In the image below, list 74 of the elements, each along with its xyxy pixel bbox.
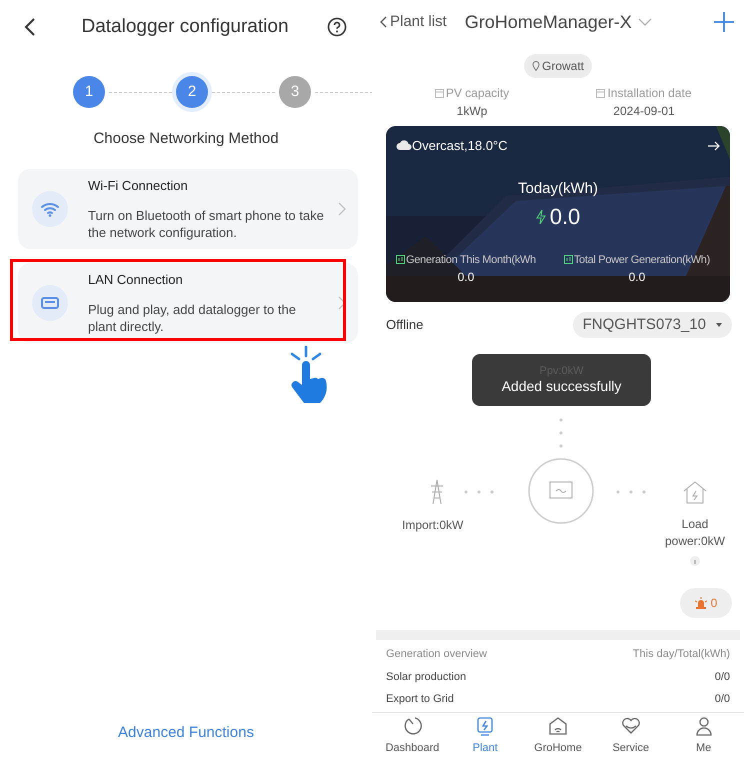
chevron-right-icon: [338, 202, 346, 216]
lightning-icon: [536, 210, 546, 224]
weather-text: Overcast,18.0°C: [412, 137, 508, 155]
connection-option[interactable]: LAN Connection Plug and play, add datalogger to the plant directly.: [18, 262, 358, 342]
cloud-icon: [396, 140, 412, 152]
overview-value: 0/0: [714, 692, 730, 707]
step-number: 2: [176, 76, 208, 108]
overview-label: Export to Grid: [386, 692, 454, 707]
tab-item[interactable]: Service: [600, 716, 661, 757]
total-value: 0.0: [458, 269, 474, 286]
total-label: Generation This Month(kWh: [406, 252, 536, 268]
total-label: Total Power Generation(kWh): [574, 252, 710, 268]
load-reading: Load power:0kW: [664, 516, 726, 550]
device-selector[interactable]: FNQGHTS073_10: [572, 312, 732, 338]
chevron-right-icon: [338, 296, 346, 310]
step-number: 1: [73, 76, 105, 108]
status-text: Offline: [386, 316, 424, 334]
connection-option[interactable]: Wi-Fi Connection Turn on Bluetooth of smart phone to take the network configuration.: [18, 168, 358, 248]
calendar-icon: [596, 88, 606, 98]
today-label: Today(kWh): [518, 178, 598, 198]
dotted-connector: [464, 490, 494, 494]
chevron-down-icon: [638, 18, 652, 26]
overview-value: 0/0: [714, 670, 730, 684]
dropdown-icon: [716, 323, 722, 327]
step-subtitle: Choose Networking Method: [92, 129, 280, 149]
option-description: Plug and play, add datalogger to the plant directly.: [88, 301, 297, 336]
inverter-icon: [528, 458, 594, 524]
lightning-panel-icon: [475, 716, 496, 736]
tab-item[interactable]: Me: [674, 716, 734, 757]
tab-item[interactable]: Dashboard: [382, 716, 442, 757]
back-icon: [24, 17, 36, 37]
plant-list-back-button[interactable]: Plant list: [380, 10, 447, 34]
advanced-functions-link[interactable]: Advanced Functions: [118, 722, 254, 744]
alarm-light-icon: [694, 597, 707, 609]
panel-icon: [434, 88, 444, 98]
help-icon: [327, 17, 347, 37]
tab-item[interactable]: GroHome: [528, 716, 588, 757]
person-icon: [694, 716, 714, 736]
tab-item[interactable]: Plant: [455, 716, 516, 757]
plus-icon: [714, 12, 734, 32]
plant-selector[interactable]: GroHomeManager-X: [464, 8, 652, 36]
stat-label: Installation date: [607, 85, 692, 102]
ethernet-port-icon: [41, 296, 59, 308]
overview-title: Generation overview: [386, 647, 487, 662]
dotted-connector: [616, 490, 646, 494]
overview-label: Solar production: [386, 670, 466, 684]
home-wifi-icon: [548, 716, 568, 736]
overview-unit: This day/Total(kWh): [632, 647, 730, 662]
info-icon: [690, 556, 700, 566]
wifi-icon: [40, 200, 60, 216]
screen-title: Datalogger configuration: [81, 14, 289, 39]
help-button[interactable]: [326, 16, 348, 38]
house-icon: [682, 480, 708, 504]
arrow-right-icon: [708, 140, 720, 151]
dotted-connector: [559, 418, 563, 448]
gauge-icon: [402, 716, 422, 736]
total-value: 0.0: [628, 269, 646, 286]
option-description: Turn on Bluetooth of smart phone to take the network configuration.: [88, 207, 324, 242]
add-button[interactable]: [714, 12, 734, 32]
heart-icon: [620, 716, 641, 736]
power-tower-icon: [428, 479, 446, 505]
stat-label: PV capacity: [446, 85, 510, 102]
bar-chart-icon: [564, 255, 573, 264]
option-title: LAN Connection: [88, 270, 184, 289]
stat-value: 1kWp: [456, 103, 488, 120]
toast-message: Added successfully: [502, 377, 622, 395]
location-pin-icon: [532, 61, 540, 71]
back-icon: [380, 16, 387, 28]
import-reading: Import:0kW: [402, 517, 464, 534]
step-number: 3: [279, 76, 311, 108]
location-tag: Growatt: [524, 54, 592, 78]
stat-value: 2024-09-01: [613, 103, 675, 120]
today-value: 0.0: [550, 203, 580, 231]
option-title: Wi-Fi Connection: [88, 176, 189, 195]
